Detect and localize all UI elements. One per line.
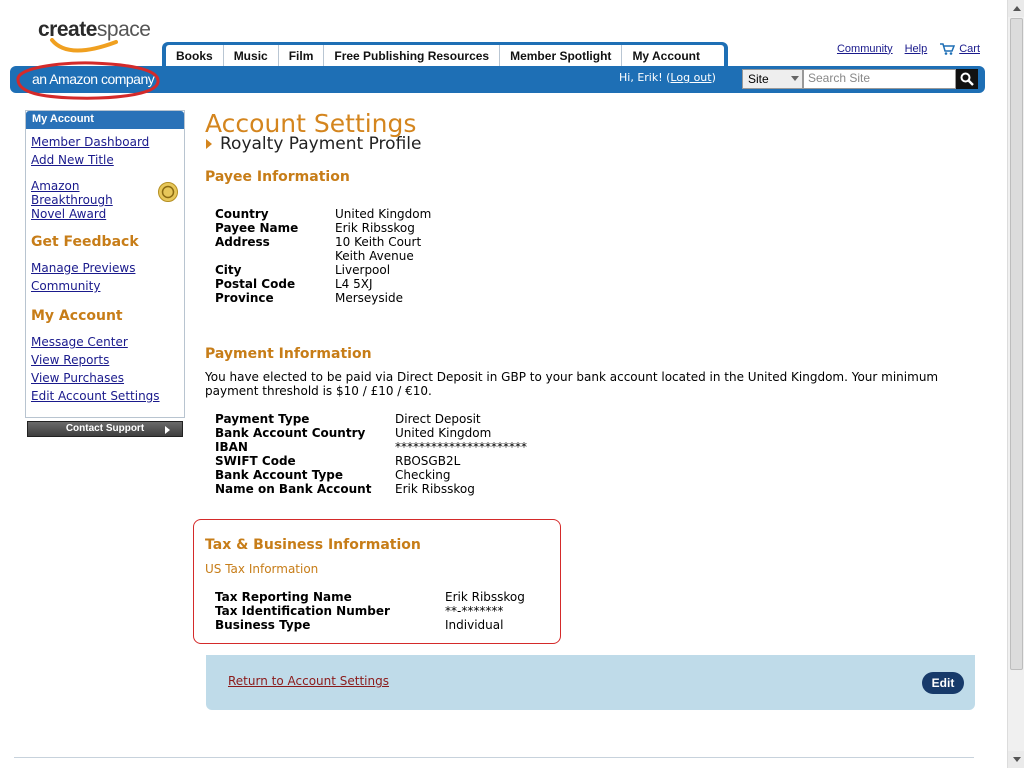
payee-country-label: Country [215,207,269,221]
search-input[interactable]: Search Site [803,69,956,89]
tax-heading: Tax & Business Information [205,537,421,553]
payee-postal-value: L4 5XJ [335,277,373,291]
bank-country-label: Bank Account Country [215,426,366,440]
logout-link[interactable]: Log out [670,71,711,84]
search-button[interactable] [956,69,978,89]
sidebar-item-community[interactable]: Community [31,279,184,293]
us-tax-subheading: US Tax Information [205,562,319,576]
tab-member-spotlight[interactable]: Member Spotlight [500,45,623,67]
my-account-heading: My Account [31,308,123,324]
payee-address-line-1: 10 Keith Court [335,235,422,249]
payee-postal-label: Postal Code [215,277,296,291]
sidebar-item-add-new-title[interactable]: Add New Title [31,153,184,167]
bank-country-value: United Kingdom [395,426,492,440]
tab-books[interactable]: Books [166,45,224,67]
arrow-right-icon [165,426,170,434]
iban-label: IBAN [215,440,248,454]
sidebar-item-member-dashboard[interactable]: Member Dashboard [31,135,184,149]
payee-address-line-2: Keith Avenue [335,249,414,263]
sidebar-item-message-center[interactable]: Message Center [31,335,184,349]
iban-value: ********************** [395,440,527,454]
payee-city-label: City [215,263,242,277]
payment-type-label: Payment Type [215,412,310,426]
business-type-value: Individual [445,618,504,632]
search-scope-select[interactable]: Site [742,69,803,89]
payment-type-value: Direct Deposit [395,412,481,426]
payee-heading: Payee Information [205,169,350,185]
bank-account-type-label: Bank Account Type [215,468,344,482]
tin-label: Tax Identification Number [215,604,390,618]
bank-account-name-label: Name on Bank Account [215,482,372,496]
tab-film[interactable]: Film [279,45,325,67]
return-to-account-settings-link[interactable]: Return to Account Settings [228,674,389,688]
scrollbar-thumb[interactable] [1010,18,1023,670]
cart-icon [940,43,956,55]
vertical-scrollbar[interactable] [1007,0,1024,768]
scroll-up-arrow-icon[interactable] [1008,0,1024,17]
swift-value: RBOSGB2L [395,454,461,468]
get-feedback-heading: Get Feedback [31,234,139,250]
edit-button[interactable]: Edit [922,672,964,694]
payee-city-value: Liverpool [335,263,391,277]
tab-free-publishing-resources[interactable]: Free Publishing Resources [324,45,501,67]
action-panel: Return to Account Settings Edit [206,655,975,710]
triangle-bullet-icon [206,139,212,149]
payee-country-value: United Kingdom [335,207,432,221]
payment-heading: Payment Information [205,346,372,362]
award-link-line-3[interactable]: Novel Award [31,207,184,221]
main-nav: Books Music Film Free Publishing Resourc… [162,42,728,67]
sidebar-heading: My Account [26,111,184,129]
bank-account-type-value: Checking [395,468,451,482]
page-subtitle: Royalty Payment Profile [206,134,421,154]
payee-province-label: Province [215,291,274,305]
cart-link[interactable]: Cart [959,43,980,55]
search-scope-value: Site [748,72,769,86]
tin-value: **-******* [445,604,504,618]
sidebar-item-manage-previews[interactable]: Manage Previews [31,261,184,275]
business-type-label: Business Type [215,618,311,632]
tax-details: Tax Reporting Name Erik Ribsskog Tax Iden… [215,590,525,632]
award-medal-icon [158,182,178,202]
bank-account-name-value: Erik Ribsskog [395,482,475,496]
tab-music[interactable]: Music [224,45,279,67]
footer-divider [14,757,974,758]
sidebar-item-view-reports[interactable]: View Reports [31,353,184,367]
contact-support-button[interactable]: Contact Support [27,421,183,437]
help-link[interactable]: Help [905,43,928,55]
user-greeting: Hi, Erik! (Log out) [619,71,716,84]
payee-name-label: Payee Name [215,221,299,235]
search-icon [960,72,974,86]
payment-details: Payment Type Direct Deposit Bank Account … [215,412,527,496]
chevron-down-icon [791,76,799,81]
createspace-logo[interactable]: createspace [28,12,158,60]
community-link[interactable]: Community [837,43,893,55]
payee-details: Country United Kingdom Payee Name Erik Rib… [215,207,431,305]
logo-swoosh-icon [50,38,118,53]
utility-links: Community Help Cart [837,42,980,55]
payee-name-value: Erik Ribsskog [335,221,415,235]
sidebar: My Account Member Dashboard Add New Titl… [25,110,185,418]
cart-link-wrap[interactable]: Cart [939,42,980,55]
contact-support-label: Contact Support [65,423,145,434]
tab-my-account[interactable]: My Account [622,45,710,67]
payee-address-label: Address [215,235,270,249]
page-subtitle-text: Royalty Payment Profile [220,134,422,154]
swift-label: SWIFT Code [215,454,296,468]
tax-reporting-name-value: Erik Ribsskog [445,590,525,604]
tax-info-annotation-box: Tax & Business Information US Tax Inform… [193,519,561,644]
scroll-down-arrow-icon[interactable] [1008,751,1024,768]
red-annotation-circle [16,61,160,100]
payee-province-value: Merseyside [335,291,403,305]
sidebar-item-edit-account-settings[interactable]: Edit Account Settings [31,389,184,403]
tax-reporting-name-label: Tax Reporting Name [215,590,352,604]
sidebar-item-view-purchases[interactable]: View Purchases [31,371,184,385]
payment-description: You have elected to be paid via Direct D… [205,370,939,398]
